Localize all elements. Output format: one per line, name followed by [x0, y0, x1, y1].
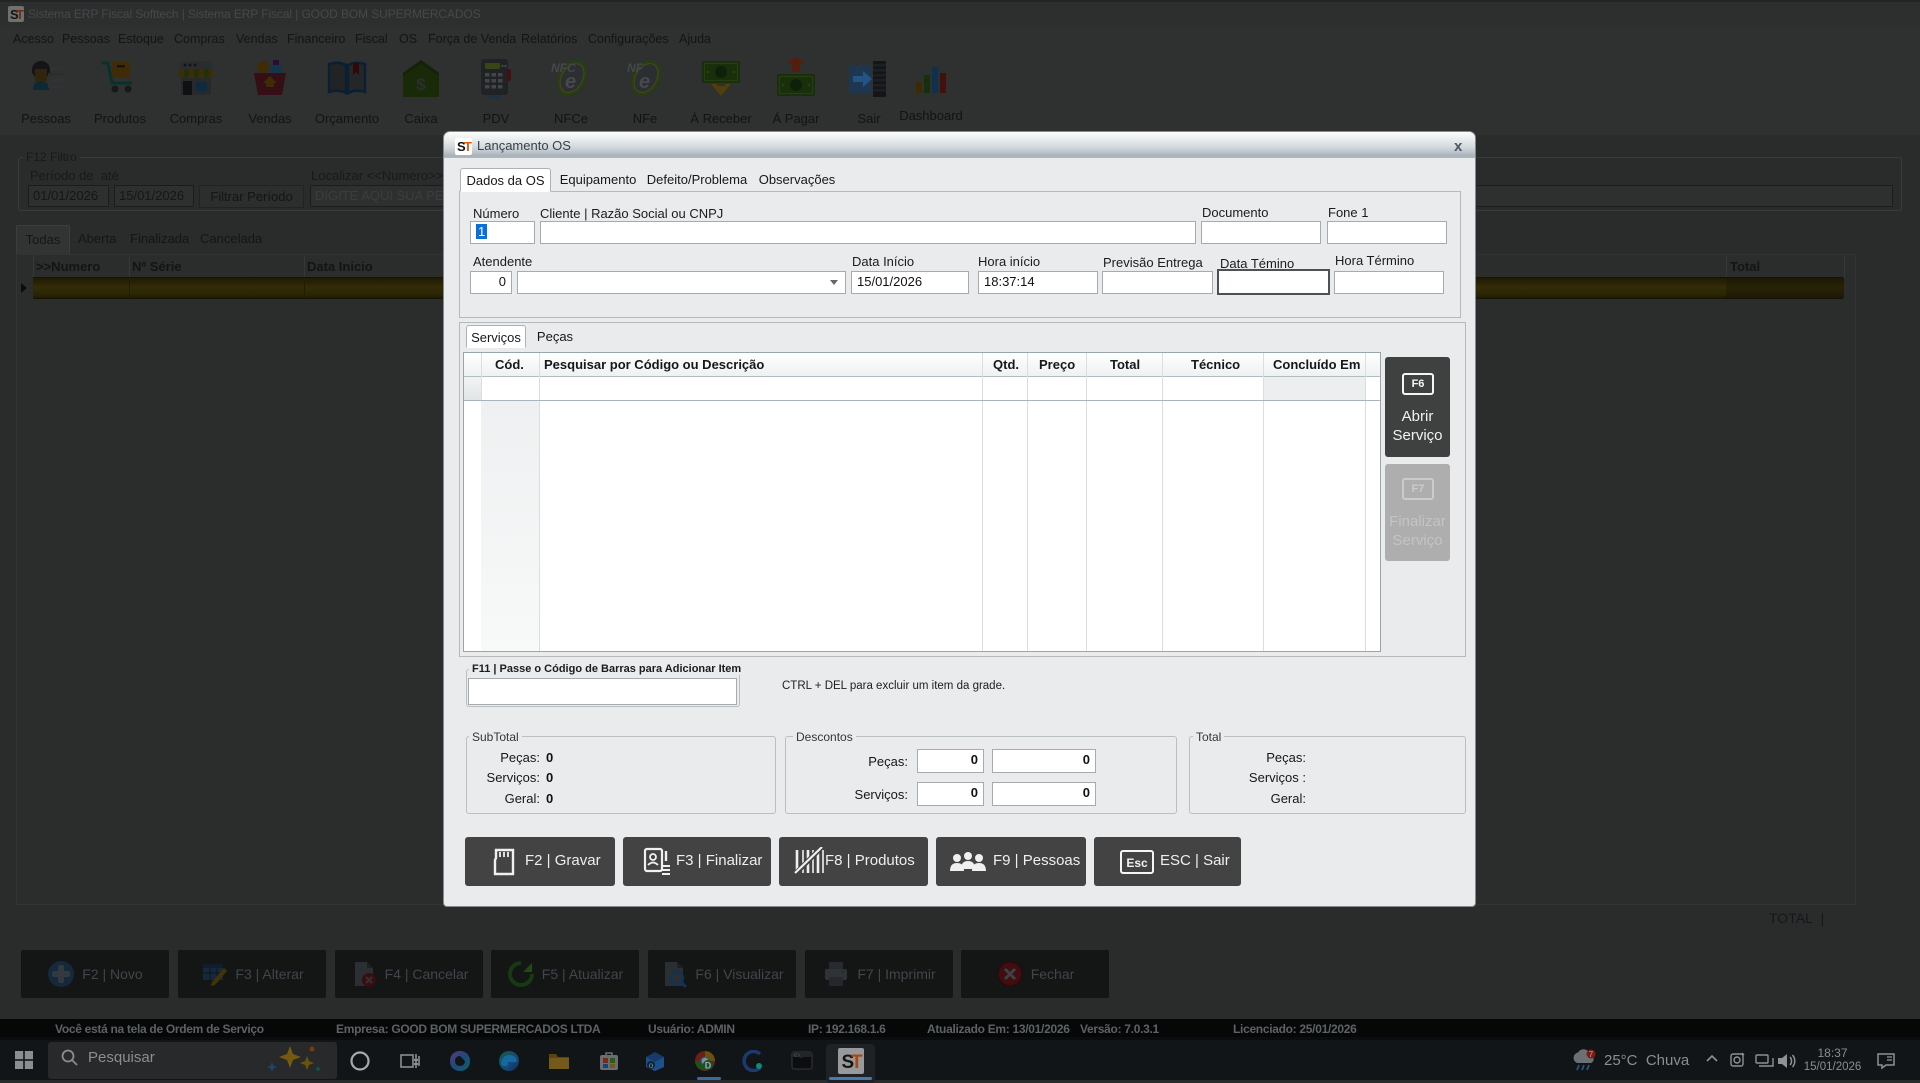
svg-text:C:\_: C:\_: [794, 1053, 803, 1058]
svg-text:e: e: [639, 71, 650, 93]
svg-text:T: T: [851, 1052, 863, 1073]
svg-text:o: o: [649, 1061, 654, 1070]
svg-text:$: $: [416, 75, 426, 94]
svg-text:D: D: [705, 1061, 712, 1071]
svg-text:e: e: [565, 71, 576, 93]
svg-text:7: 7: [1589, 1050, 1594, 1059]
